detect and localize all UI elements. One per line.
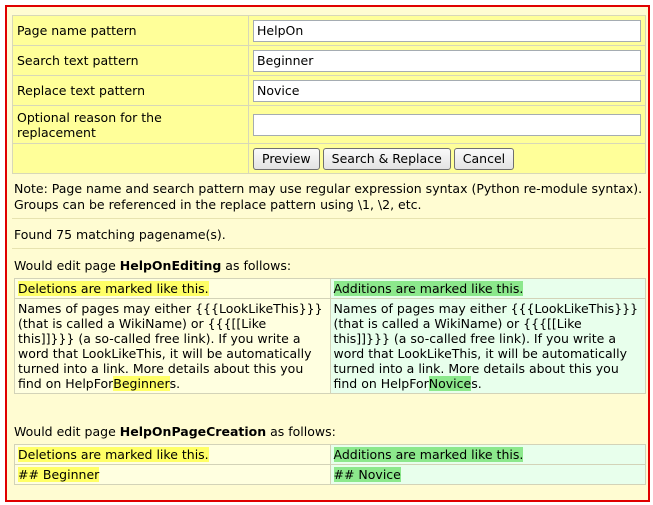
additions-header: Additions are marked like this. [329, 278, 646, 299]
deletions-header-text: Deletions are marked like this. [18, 281, 209, 296]
new-line-text: ## Novice [333, 467, 401, 482]
new-text-after: s. [471, 376, 482, 391]
diff-table: Deletions are marked like this. Addition… [14, 278, 646, 394]
edit-heading-prefix: Would edit page [14, 424, 120, 439]
edit-heading: Would edit page HelpOnPageCreation as fo… [14, 424, 646, 440]
edit-heading: Would edit page HelpOnEditing as follows… [14, 258, 646, 274]
page-name-label: Page name pattern [12, 15, 249, 46]
new-text: Names of pages may either {{{LookLikeThi… [329, 298, 646, 394]
old-line: ## Beginner [14, 464, 331, 485]
deletions-header: Deletions are marked like this. [14, 278, 331, 299]
new-changed-word: Novice [428, 376, 472, 391]
edit-page-name: HelpOnPageCreation [119, 424, 267, 439]
replace-text-input[interactable] [253, 79, 641, 102]
new-text-before: Names of pages may either {{{LookLikeThi… [333, 301, 639, 391]
old-changed-word: Beginner [113, 376, 170, 391]
preview-button[interactable]: Preview [253, 147, 320, 170]
search-text-label: Search text pattern [12, 45, 249, 76]
regex-note: Note: Page name and search pattern may u… [14, 181, 643, 212]
empty-cell [12, 143, 249, 174]
deletions-header: Deletions are marked like this. [14, 444, 331, 465]
additions-header: Additions are marked like this. [329, 444, 646, 465]
reason-input[interactable] [253, 113, 641, 136]
additions-header-text: Additions are marked like this. [333, 447, 524, 462]
search-replace-panel: Page name pattern Search text pattern Re… [5, 5, 650, 502]
additions-header-text: Additions are marked like this. [333, 281, 524, 296]
search-replace-button[interactable]: Search & Replace [322, 147, 451, 170]
search-text-input[interactable] [253, 49, 641, 72]
edit-heading-prefix: Would edit page [14, 258, 120, 273]
cancel-button[interactable]: Cancel [453, 147, 515, 170]
old-text-after: s. [169, 376, 181, 391]
separator [12, 218, 646, 219]
old-line-text: ## Beginner [18, 467, 100, 482]
page-name-input[interactable] [253, 19, 641, 42]
deletions-header-text: Deletions are marked like this. [18, 447, 209, 462]
replace-text-label: Replace text pattern [12, 75, 249, 106]
search-replace-form: Page name pattern Search text pattern Re… [12, 15, 646, 174]
old-text: Names of pages may either {{{LookLikeThi… [14, 298, 331, 394]
edit-heading-suffix: as follows: [266, 424, 336, 439]
reason-label: Optional reason for the replacement [12, 105, 249, 144]
separator [12, 248, 646, 249]
new-line: ## Novice [329, 464, 646, 485]
match-count: Found 75 matching pagename(s). [14, 227, 226, 242]
diff-table: Deletions are marked like this. Addition… [14, 444, 646, 485]
edit-page-name: HelpOnEditing [119, 258, 222, 273]
edit-heading-suffix: as follows: [221, 258, 292, 273]
button-row: Preview Search & Replace Cancel [248, 143, 646, 174]
